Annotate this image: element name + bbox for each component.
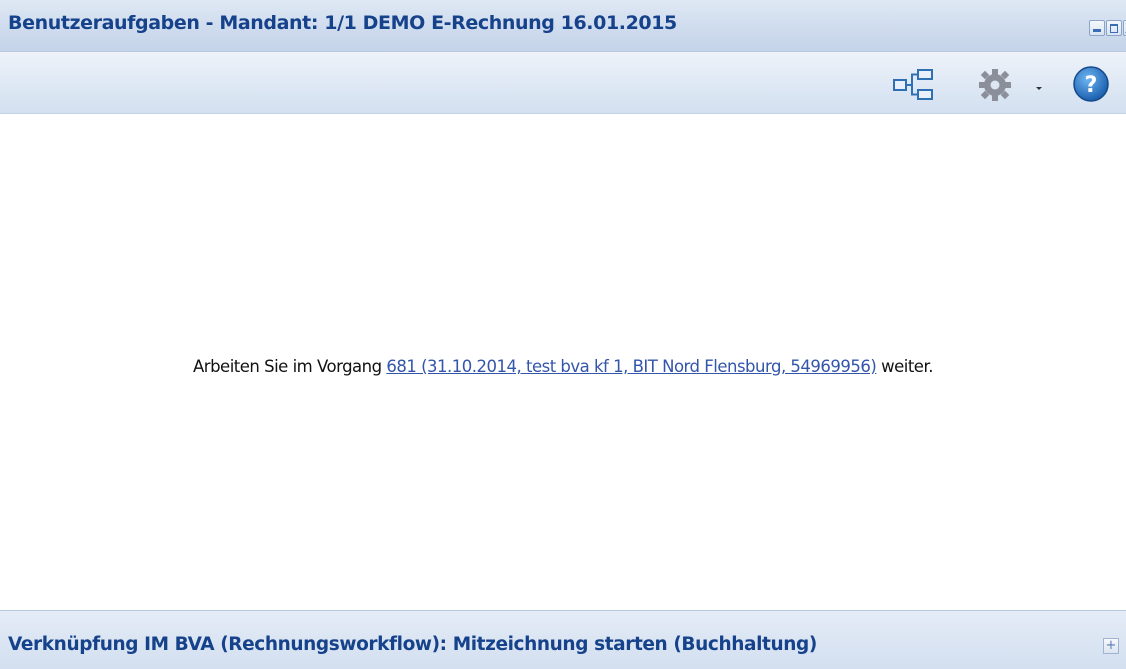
user-tasks-window: Benutzeraufgaben - Mandant: 1/1 DEMO E-R…: [0, 0, 1126, 669]
maximize-button[interactable]: [1106, 20, 1122, 36]
minimize-button[interactable]: [1089, 20, 1105, 36]
task-footer-panel[interactable]: Verknüpfung IM BVA (Rechnungsworkflow): …: [0, 610, 1126, 669]
expand-button[interactable]: +: [1103, 638, 1119, 654]
process-link[interactable]: 681 (31.10.2014, test bva kf 1, BIT Nord…: [386, 357, 877, 376]
help-icon[interactable]: ?: [1071, 64, 1111, 104]
svg-text:?: ?: [1085, 73, 1098, 98]
window-titlebar[interactable]: Benutzeraufgaben - Mandant: 1/1 DEMO E-R…: [0, 0, 1126, 52]
hierarchy-icon[interactable]: [892, 68, 936, 102]
message-suffix: weiter.: [876, 357, 933, 376]
footer-label: Verknüpfung IM BVA (Rechnungsworkflow): …: [8, 634, 817, 655]
task-message: Arbeiten Sie im Vorgang 681 (31.10.2014,…: [0, 357, 1126, 376]
toolbar: ?: [0, 52, 1126, 114]
window-title: Benutzeraufgaben - Mandant: 1/1 DEMO E-R…: [8, 12, 677, 34]
message-prefix: Arbeiten Sie im Vorgang: [193, 357, 387, 376]
content-area: Arbeiten Sie im Vorgang 681 (31.10.2014,…: [0, 114, 1126, 610]
gear-icon[interactable]: [975, 66, 1015, 104]
dropdown-arrow-icon[interactable]: [1034, 80, 1044, 90]
